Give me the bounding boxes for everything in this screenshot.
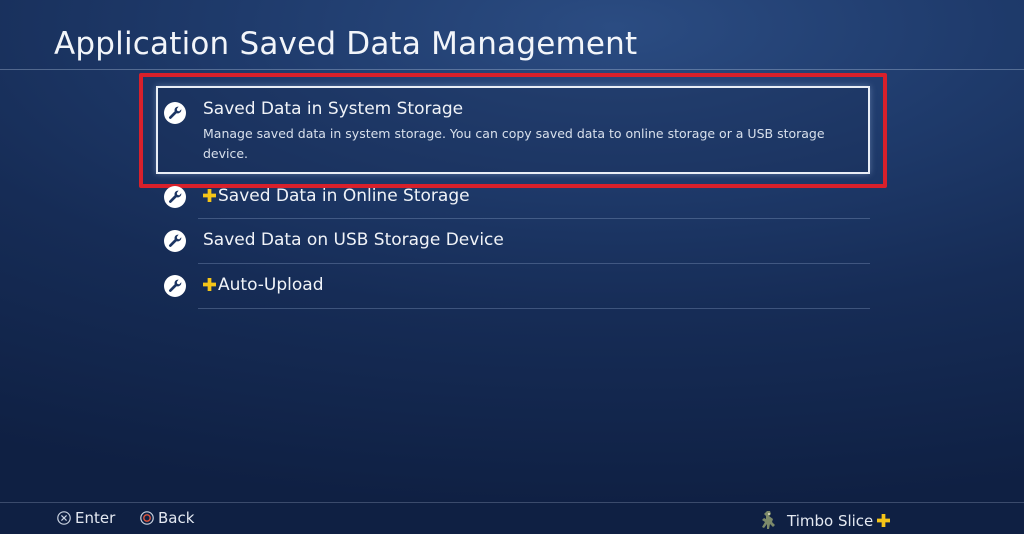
wrench-icon (163, 274, 187, 298)
page-title: Application Saved Data Management (54, 26, 638, 62)
user-profile[interactable]: Timbo Slice (758, 509, 891, 531)
menu-item-label: Saved Data in Online Storage (218, 186, 470, 206)
enter-label: Enter (75, 509, 116, 527)
enter-hint[interactable]: Enter (57, 509, 115, 527)
cross-button-icon (57, 511, 71, 525)
back-hint[interactable]: Back (140, 509, 194, 527)
menu-item-label: Auto-Upload (218, 275, 324, 295)
footer-divider (0, 502, 1024, 503)
menu-divider (198, 308, 870, 309)
menu-item-label: Saved Data on USB Storage Device (203, 230, 504, 250)
avatar (758, 509, 780, 531)
ps-plus-icon (877, 513, 891, 531)
menu-item-label-wrap: Auto-Upload (203, 275, 324, 296)
wrench-icon (163, 229, 187, 253)
menu-divider (198, 263, 870, 264)
title-divider (0, 69, 1024, 70)
circle-button-icon (140, 511, 154, 525)
ps-plus-icon (203, 276, 216, 296)
menu-divider (198, 218, 870, 219)
wrench-icon (163, 185, 187, 209)
highlight-annotation-box (139, 73, 887, 188)
menu-item-label-wrap: Saved Data in Online Storage (203, 186, 470, 207)
menu-item-usb-storage[interactable]: Saved Data on USB Storage Device (156, 220, 870, 264)
menu-item-auto-upload[interactable]: Auto-Upload (156, 265, 870, 309)
menu-item-online-storage[interactable]: Saved Data in Online Storage (156, 176, 870, 219)
ps-plus-icon (203, 187, 216, 207)
username: Timbo Slice (787, 512, 874, 530)
back-label: Back (158, 509, 195, 527)
